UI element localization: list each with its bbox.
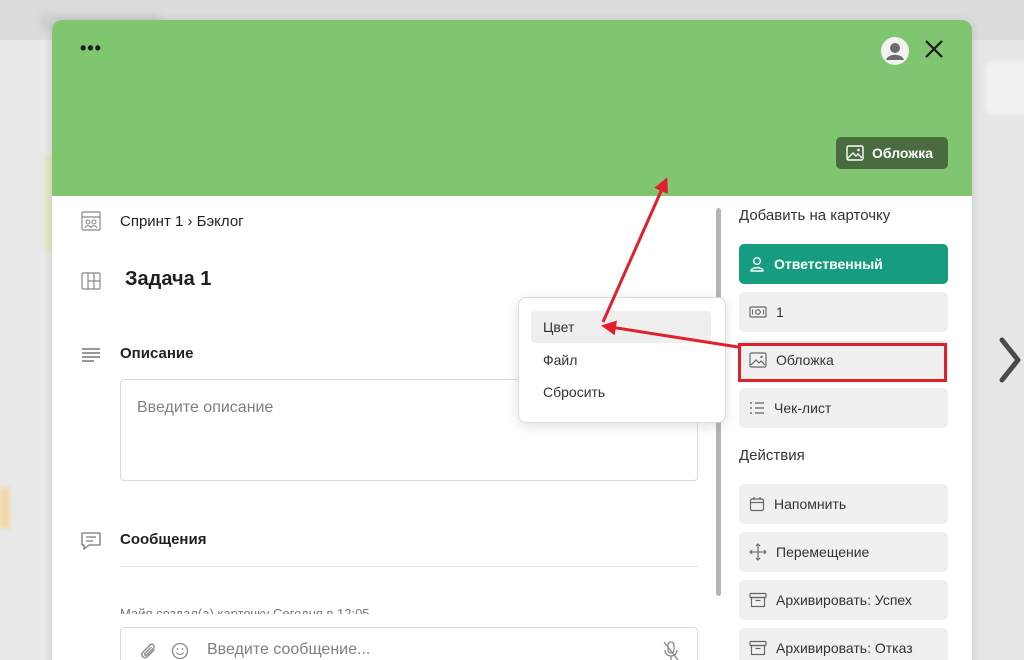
paperclip-icon[interactable] — [139, 642, 159, 660]
archive-fail-button-label: Архивировать: Отказ — [776, 640, 913, 656]
remind-button[interactable]: Напомнить — [739, 484, 948, 524]
add-to-card-heading: Добавить на карточку — [739, 207, 891, 224]
archive-success-button[interactable]: Архивировать: Успех — [739, 580, 948, 620]
board-icon — [81, 211, 101, 231]
messages-label: Сообщения — [120, 531, 207, 548]
card-modal: ••• Обложка Спринт 1 › Бэклог Задача 1 О… — [52, 20, 972, 660]
archive-icon — [749, 640, 767, 656]
message-input[interactable]: Введите сообщение... — [120, 627, 698, 660]
next-card-chevron-icon[interactable] — [994, 332, 1024, 388]
user-icon — [750, 257, 764, 272]
card-cover: ••• Обложка — [52, 20, 972, 196]
description-placeholder: Введите описание — [137, 399, 274, 416]
cover-button-label: Обложка — [872, 145, 933, 161]
background-card-edge-2 — [0, 488, 10, 528]
more-options-icon[interactable]: ••• — [80, 38, 102, 59]
emoji-icon[interactable] — [171, 642, 189, 660]
cover-options-popup: Цвет Файл Сбросить — [518, 297, 726, 423]
move-button[interactable]: Перемещение — [739, 532, 948, 572]
popup-item-color[interactable]: Цвет — [531, 311, 711, 343]
move-icon — [749, 543, 767, 561]
messages-divider — [120, 566, 698, 567]
avatar-icon[interactable] — [880, 36, 910, 66]
card-icon — [81, 272, 101, 290]
archive-success-button-label: Архивировать: Успех — [776, 592, 912, 608]
description-label: Описание — [120, 345, 194, 362]
checklist-button-label: Чек-лист — [774, 400, 832, 416]
cover-button[interactable]: Обложка — [836, 137, 948, 169]
checklist-icon — [750, 402, 764, 414]
move-button-label: Перемещение — [776, 544, 870, 560]
messages-icon — [81, 532, 101, 550]
message-placeholder: Введите сообщение... — [207, 641, 371, 658]
remind-button-label: Напомнить — [774, 496, 847, 512]
archive-fail-button[interactable]: Архивировать: Отказ — [739, 628, 948, 660]
image-icon — [846, 145, 864, 161]
close-icon[interactable] — [922, 37, 946, 61]
popup-item-file[interactable]: Файл — [531, 344, 711, 376]
popup-item-reset[interactable]: Сбросить — [531, 376, 711, 408]
breadcrumb[interactable]: Спринт 1 › Бэклог — [120, 213, 244, 230]
message-history-text: Майя создал(а) карточку Сегодня в 12:05 — [120, 606, 370, 614]
annotation-highlight-box — [738, 343, 947, 382]
description-icon — [82, 348, 100, 362]
checklist-button[interactable]: Чек-лист — [739, 388, 948, 428]
actions-heading: Действия — [739, 447, 805, 464]
microphone-muted-icon[interactable] — [661, 640, 681, 660]
background-card-blur — [985, 60, 1024, 115]
assignee-button[interactable]: Ответственный — [739, 244, 948, 284]
background-sidebar — [0, 40, 52, 660]
budget-button[interactable]: 1 — [739, 292, 948, 332]
assignee-button-label: Ответственный — [774, 256, 883, 272]
task-title[interactable]: Задача 1 — [125, 268, 211, 291]
calendar-icon — [749, 497, 765, 512]
money-icon — [749, 306, 767, 318]
budget-button-label: 1 — [776, 304, 784, 320]
archive-icon — [749, 592, 767, 608]
